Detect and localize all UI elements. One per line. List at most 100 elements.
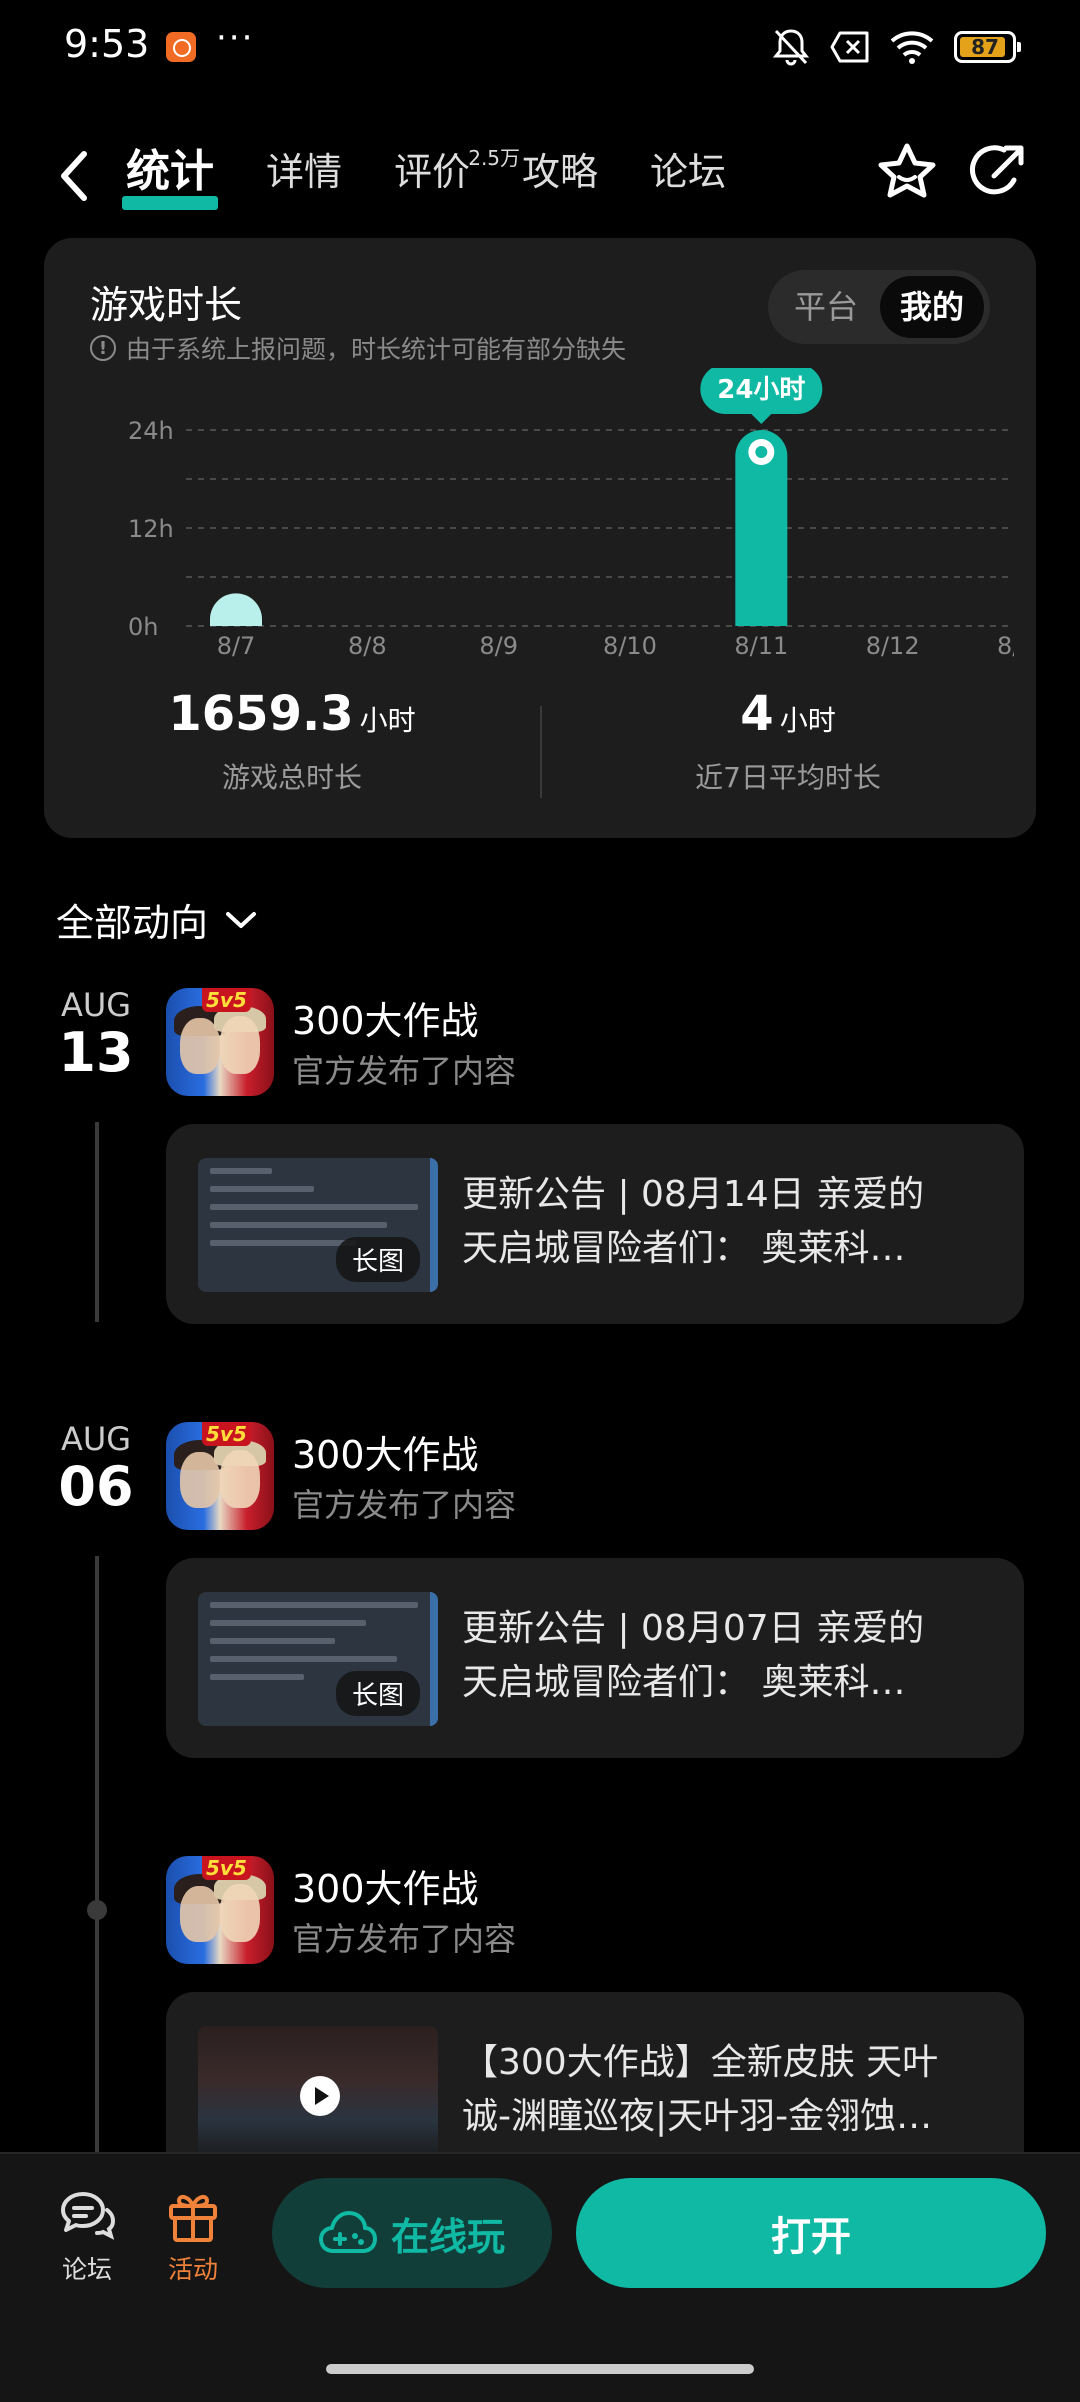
total-playtime-label: 游戏总时长 xyxy=(221,761,362,794)
feed-subtitle: 官方发布了内容 xyxy=(292,1486,517,1524)
feed-date: AUG 13 xyxy=(40,986,152,1082)
reviews-count-badge: 2.5万 xyxy=(468,146,521,170)
card-title: 游戏时长 xyxy=(90,283,243,327)
share-icon[interactable] xyxy=(964,140,1030,206)
post-card[interactable]: 长图 更新公告 | 08月07日 亲爱的 天启城冒险者们： 奥莱科… xyxy=(166,1558,1024,1758)
highlight-label-pointer xyxy=(751,414,772,424)
tab-details[interactable]: 详情 xyxy=(266,142,342,202)
segment-platform[interactable]: 平台 xyxy=(774,276,878,338)
timeline-dot xyxy=(87,1900,107,1920)
online-play-button[interactable]: 在线玩 xyxy=(272,2178,552,2288)
status-time: 9:53 xyxy=(64,22,150,66)
game-app-icon[interactable]: 5v5 xyxy=(166,1856,274,1964)
battery-level: 87 xyxy=(971,35,999,59)
feed-date-day: 13 xyxy=(58,1021,134,1084)
favorite-icon[interactable] xyxy=(874,140,940,206)
y-tick-label: 24h xyxy=(128,417,174,445)
x-tick-label: 8/7 xyxy=(217,632,256,658)
play-icon[interactable] xyxy=(300,2076,340,2116)
post-card[interactable]: 长图 更新公告 | 08月14日 亲爱的 天启城冒险者们： 奥莱科… xyxy=(166,1124,1024,1324)
feed-subtitle: 官方发布了内容 xyxy=(292,1920,517,1958)
back-icon[interactable] xyxy=(52,146,96,206)
tab-forum-label: 论坛 xyxy=(650,150,727,194)
open-game-button[interactable]: 打开 xyxy=(576,2178,1046,2288)
tab-reviews[interactable]: 评价 2.5万 xyxy=(394,142,520,202)
notification-app-icon xyxy=(166,32,196,62)
y-tick-label: 12h xyxy=(128,515,174,543)
tab-guides[interactable]: 攻略 xyxy=(522,142,598,202)
feed-date-month: AUG xyxy=(60,986,132,1024)
top-navigation: 统计 详情 评价 2.5万 攻略 论坛 xyxy=(0,120,1080,230)
game-icon-tag: 5v5 xyxy=(202,988,251,1012)
game-icon-tag: 5v5 xyxy=(202,1422,251,1446)
x-tick-label: 8/11 xyxy=(734,632,788,658)
tab-guides-label: 攻略 xyxy=(522,150,599,194)
x-tick-label: 8/8 xyxy=(348,632,387,658)
stats-summary: 1659.3 小时 游戏总时长 4 小时 近7日平均时长 xyxy=(44,686,1036,816)
bar-marker-center xyxy=(755,446,768,458)
game-app-icon[interactable]: 5v5 xyxy=(166,1422,274,1530)
bell-muted-icon xyxy=(772,29,810,66)
x-tick-label: 8/9 xyxy=(479,632,518,658)
segment-mine[interactable]: 我的 xyxy=(880,276,984,338)
play-time-card: 游戏时长 ! 由于系统上报问题，时长统计可能有部分缺失 平台 我的 0h 12h 2… xyxy=(44,238,1036,838)
card-note-text: 由于系统上报问题，时长统计可能有部分缺失 xyxy=(126,335,627,364)
bar-8-7 xyxy=(210,593,262,626)
game-app-icon[interactable]: 5v5 xyxy=(166,988,274,1096)
home-indicator[interactable] xyxy=(326,2364,754,2374)
segment-control: 平台 我的 xyxy=(768,270,990,344)
tab-forum[interactable]: 论坛 xyxy=(650,142,726,202)
cloud-gamepad-icon xyxy=(318,2211,377,2253)
total-playtime-unit: 小时 xyxy=(359,704,416,737)
info-icon: ! xyxy=(90,335,116,361)
timeline-line xyxy=(95,1556,99,2156)
post-thumbnail: 长图 xyxy=(198,1158,438,1292)
game-name[interactable]: 300大作战 xyxy=(292,1858,479,1913)
game-icon-tag: 5v5 xyxy=(202,1856,251,1880)
feed-subtitle: 官方发布了内容 xyxy=(292,1052,517,1090)
feed-date-month: AUG xyxy=(60,1420,132,1458)
feed-date-day: 06 xyxy=(58,1455,134,1518)
x-tick-label: 8/10 xyxy=(603,632,657,658)
x-tick-label: 8/13 xyxy=(997,632,1014,658)
long-image-tag: 长图 xyxy=(335,1237,420,1282)
highlight-label: 24小时 xyxy=(717,375,805,405)
activity-button[interactable]: 活动 xyxy=(148,2188,238,2286)
tab-stats-label: 统计 xyxy=(126,146,214,197)
open-game-label: 打开 xyxy=(771,2214,851,2260)
total-playtime-value: 1659.3 xyxy=(168,686,354,742)
online-play-label: 在线玩 xyxy=(390,2214,505,2259)
total-playtime: 1659.3 小时 游戏总时长 xyxy=(44,686,540,796)
card-note: ! 由于系统上报问题，时长统计可能有部分缺失 xyxy=(90,330,626,366)
chevron-down-icon xyxy=(226,911,257,928)
battery-icon: 87 xyxy=(954,31,1021,63)
play-time-chart: 0h 12h 24h 8/7 8/8 8/9 8/10 24小时 8/11 8/12 8/13 xyxy=(128,368,1014,658)
feed-filter-dropdown[interactable]: 全部动向 xyxy=(56,892,258,947)
timeline-line xyxy=(95,1122,99,1322)
tab-stats[interactable]: 统计 xyxy=(122,142,218,210)
sim-blocked-icon xyxy=(830,31,869,63)
post-title: 更新公告 | 08月14日 亲爱的 天启城冒险者们： 奥莱科… xyxy=(462,1174,925,1269)
game-name[interactable]: 300大作战 xyxy=(292,1424,479,1479)
post-thumbnail: 长图 xyxy=(198,1592,438,1726)
tab-details-label: 详情 xyxy=(266,150,343,194)
post-title: 【300大作战】全新皮肤 天叶 诚-渊瞳巡夜|天叶羽-金翎蚀… xyxy=(462,2042,939,2137)
forum-button[interactable]: 论坛 xyxy=(42,2188,132,2286)
game-name[interactable]: 300大作战 xyxy=(292,990,479,1045)
x-tick-label: 8/12 xyxy=(866,632,920,658)
post-title: 更新公告 | 08月07日 亲爱的 天启城冒险者们： 奥莱科… xyxy=(462,1608,925,1703)
tab-reviews-label: 评价 xyxy=(394,150,471,194)
wifi-icon xyxy=(890,31,934,64)
average-playtime-value: 4 xyxy=(740,686,774,742)
activity-label: 活动 xyxy=(167,2255,218,2284)
video-thumbnail xyxy=(198,2026,438,2160)
average-playtime-label: 近7日平均时长 xyxy=(695,761,881,794)
average-playtime: 4 小时 近7日平均时长 xyxy=(540,686,1036,796)
status-bar: 9:53 ··· 87 xyxy=(0,0,1080,95)
more-notifications-icon: ··· xyxy=(216,18,255,58)
feed-date: AUG 06 xyxy=(40,1420,152,1516)
y-tick-label: 0h xyxy=(128,613,158,641)
forum-label: 论坛 xyxy=(61,2255,112,2284)
average-playtime-unit: 小时 xyxy=(779,704,836,737)
gift-icon xyxy=(169,2194,217,2242)
